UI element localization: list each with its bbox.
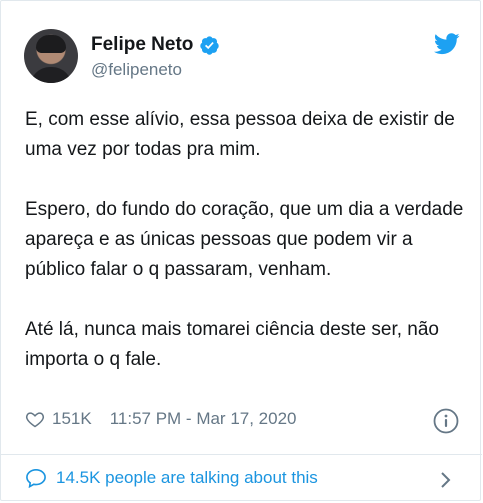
avatar-hair xyxy=(36,35,66,53)
talking-about-text[interactable]: 14.5K people are talking about this xyxy=(56,468,318,488)
info-icon[interactable] xyxy=(433,408,459,434)
heart-icon[interactable] xyxy=(25,409,45,429)
like-count[interactable]: 151K xyxy=(52,409,92,429)
divider xyxy=(1,454,482,455)
twitter-bird-icon[interactable] xyxy=(434,33,460,55)
tweet-paragraph: Espero, do fundo do coração, que um dia … xyxy=(25,199,464,280)
tweet-meta: 151K 11:57 PM - Mar 17, 2020 xyxy=(25,409,297,429)
tweet-paragraph: Até lá, nunca mais tomarei ciência deste… xyxy=(25,319,440,370)
conversation-link[interactable]: 14.5K people are talking about this xyxy=(25,468,318,488)
verified-badge-icon xyxy=(200,35,220,55)
tweet-timestamp[interactable]: 11:57 PM - Mar 17, 2020 xyxy=(110,409,297,429)
tweet-text: E, com esse alívio, essa pessoa deixa de… xyxy=(25,105,465,375)
speech-bubble-icon xyxy=(26,468,46,488)
tweet-card: Felipe Neto @felipeneto E, com esse alív… xyxy=(0,0,482,501)
author-name[interactable]: Felipe Neto xyxy=(91,34,193,56)
avatar-shirt xyxy=(30,67,72,83)
author-name-row: Felipe Neto xyxy=(91,34,220,56)
author-handle[interactable]: @felipeneto xyxy=(91,60,182,80)
tweet-paragraph: E, com esse alívio, essa pessoa deixa de… xyxy=(25,109,455,160)
chevron-right-icon[interactable] xyxy=(439,470,453,490)
avatar[interactable] xyxy=(24,29,78,83)
